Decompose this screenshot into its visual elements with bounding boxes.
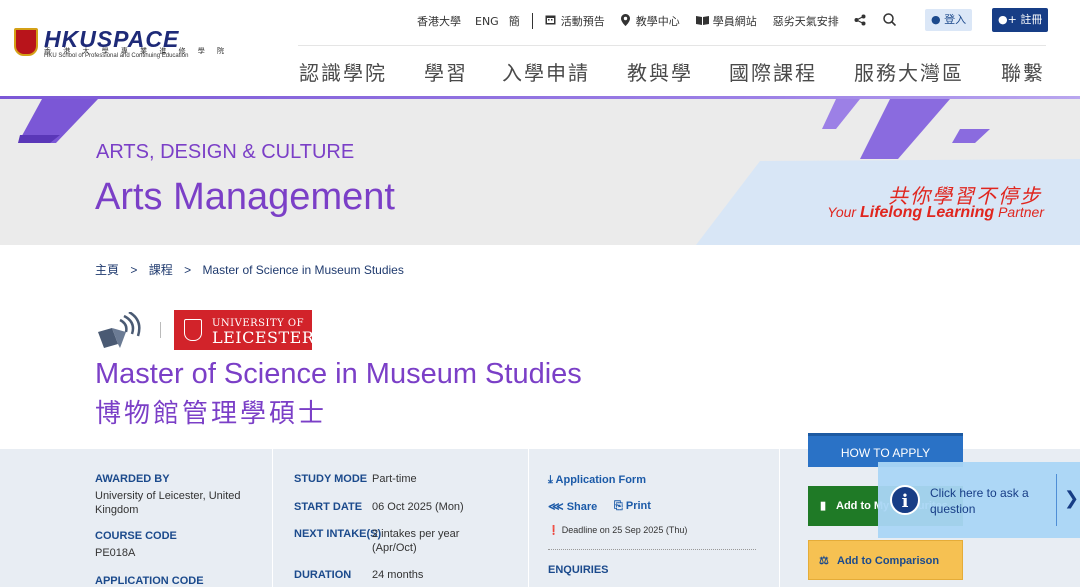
info-icon: i (890, 485, 920, 515)
start-date-value: 06 Oct 2025 (Mon) (372, 501, 464, 513)
eng-link[interactable]: ENG (475, 15, 499, 28)
login-label: 登入 (944, 13, 967, 26)
logo-english-name: HKU School of Professional and Continuin… (44, 53, 189, 59)
chat-widget[interactable]: i Click here to ask a question ❯ (878, 462, 1080, 538)
breadcrumb-separator: > (130, 263, 138, 277)
simplified-link[interactable]: 簡 (509, 13, 520, 29)
leicester-crest-icon (184, 319, 202, 341)
enquiries-heading: ENQUIRIES (548, 564, 609, 576)
study-mode-value: Part-time (372, 473, 417, 485)
events-link[interactable]: 活動預告 (561, 13, 605, 29)
programme-title-chinese: 博物館管理學碩士 (95, 399, 328, 429)
slogan-post: Partner (998, 204, 1044, 220)
chat-divider (1056, 474, 1057, 526)
deadline-text: Deadline on 25 Sep 2025 (Thu) (561, 525, 688, 535)
slogan-english: Your Lifelong Learning Partner (827, 204, 1044, 222)
duration-label: DURATION (294, 569, 352, 581)
hero-title: Arts Management (95, 176, 395, 218)
download-icon: ⤓ (548, 474, 553, 486)
nav-contact[interactable]: 聯繫 (1001, 57, 1045, 86)
add-to-comparison-label: Add to Comparison (837, 555, 940, 567)
course-code-value: PE018A (95, 547, 136, 559)
print-link[interactable]: ⎘ Print (614, 500, 651, 513)
info-column-divider (272, 449, 273, 587)
centres-link[interactable]: 教學中心 (636, 13, 680, 29)
awarded-by-label: AWARDED BY (95, 473, 170, 485)
hero-decor-graphic (18, 99, 1080, 245)
dotted-divider (548, 549, 756, 550)
application-form-label: Application Form (555, 474, 646, 486)
university-of-leicester-logo: UNIVERSITY OF LEICESTER (174, 310, 315, 350)
balance-scale-icon: ⚖ (819, 555, 829, 567)
breadcrumb-home[interactable]: 主頁 (95, 263, 119, 277)
hero-category: ARTS, DESIGN & CULTURE (96, 141, 355, 163)
chat-prompt: Click here to ask a question (930, 486, 1029, 516)
share-link[interactable]: ⋘ Share (548, 500, 597, 513)
location-pin-icon (621, 13, 631, 29)
add-to-comparison-button[interactable]: ⚖ Add to Comparison (808, 540, 963, 580)
register-button[interactable]: ●+ 註冊 (992, 8, 1049, 32)
util-divider (531, 13, 533, 29)
utility-bar: 香港大學 ENG 簡 活動預告 教學中心 學員網站 惡劣天氣安排 (417, 11, 897, 31)
info-column-divider (528, 449, 529, 587)
share-label: Share (566, 501, 598, 513)
calendar-icon (545, 14, 557, 28)
nav-teaching[interactable]: 教與學 (627, 57, 693, 86)
info-column-divider (779, 449, 780, 587)
next-intake-label: NEXT INTAKE(S) (294, 528, 382, 540)
weather-link[interactable]: 惡劣天氣安排 (773, 13, 839, 29)
programme-title: Master of Science in Museum Studies (95, 358, 582, 390)
hero-banner (0, 99, 1080, 245)
search-icon[interactable] (883, 13, 897, 29)
logo-separator (160, 322, 161, 338)
student-site-link[interactable]: 學員網站 (713, 13, 757, 29)
login-button[interactable]: ● 登入 (925, 9, 973, 31)
deadline-notice: ❗ Deadline on 25 Sep 2025 (Thu) (548, 525, 687, 536)
next-intake-value: 2 intakes per year (Apr/Oct) (372, 528, 460, 554)
partner-line2: LEICESTER (212, 328, 315, 347)
course-code-label: COURSE CODE (95, 530, 177, 542)
user-icon: ● (931, 13, 941, 26)
nav-divider (298, 45, 1046, 46)
chevron-right-icon[interactable]: ❯ (1064, 488, 1079, 509)
nav-admission[interactable]: 入學申請 (502, 57, 590, 86)
nav-gba[interactable]: 服務大灣區 (854, 57, 964, 86)
application-form-link[interactable]: ⤓ Application Form (548, 474, 646, 487)
duration-value: 24 months (372, 569, 424, 581)
awarded-by-value: University of Leicester, United Kingdom (95, 490, 241, 516)
add-user-icon: ●+ (998, 13, 1017, 26)
breadcrumb: 主頁 > 課程 > Master of Science in Museum St… (95, 261, 404, 278)
breadcrumb-separator: > (184, 263, 192, 277)
start-date-label: START DATE (294, 501, 363, 513)
slogan-pre: Your (827, 204, 857, 220)
nav-learning[interactable]: 學習 (424, 57, 468, 86)
hkuspace-logo[interactable]: HKUSPACE 香 港 大 學 專 業 進 修 學 院 HKU School … (14, 26, 224, 66)
share-icon: ⋘ (548, 501, 564, 513)
application-code-label: APPLICATION CODE (95, 575, 204, 587)
slogan-bold: Lifelong Learning (859, 204, 995, 221)
study-mode-label: STUDY MODE (294, 473, 368, 485)
alert-icon: ❗ (548, 525, 560, 535)
reading-book-icon (96, 310, 142, 350)
breadcrumb-current: Master of Science in Museum Studies (202, 263, 404, 277)
register-label: 註冊 (1020, 13, 1043, 26)
breadcrumb-courses[interactable]: 課程 (149, 263, 173, 277)
print-icon: ⎘ (614, 500, 623, 512)
bookmark-icon: ▮ (820, 500, 827, 512)
hku-link[interactable]: 香港大學 (417, 13, 461, 29)
hku-crest-icon (14, 28, 38, 56)
nav-international[interactable]: 國際課程 (729, 57, 817, 86)
book-icon (695, 15, 709, 28)
nav-about[interactable]: 認識學院 (299, 57, 387, 86)
print-label: Print (625, 500, 651, 512)
share-icon[interactable] (853, 14, 867, 29)
